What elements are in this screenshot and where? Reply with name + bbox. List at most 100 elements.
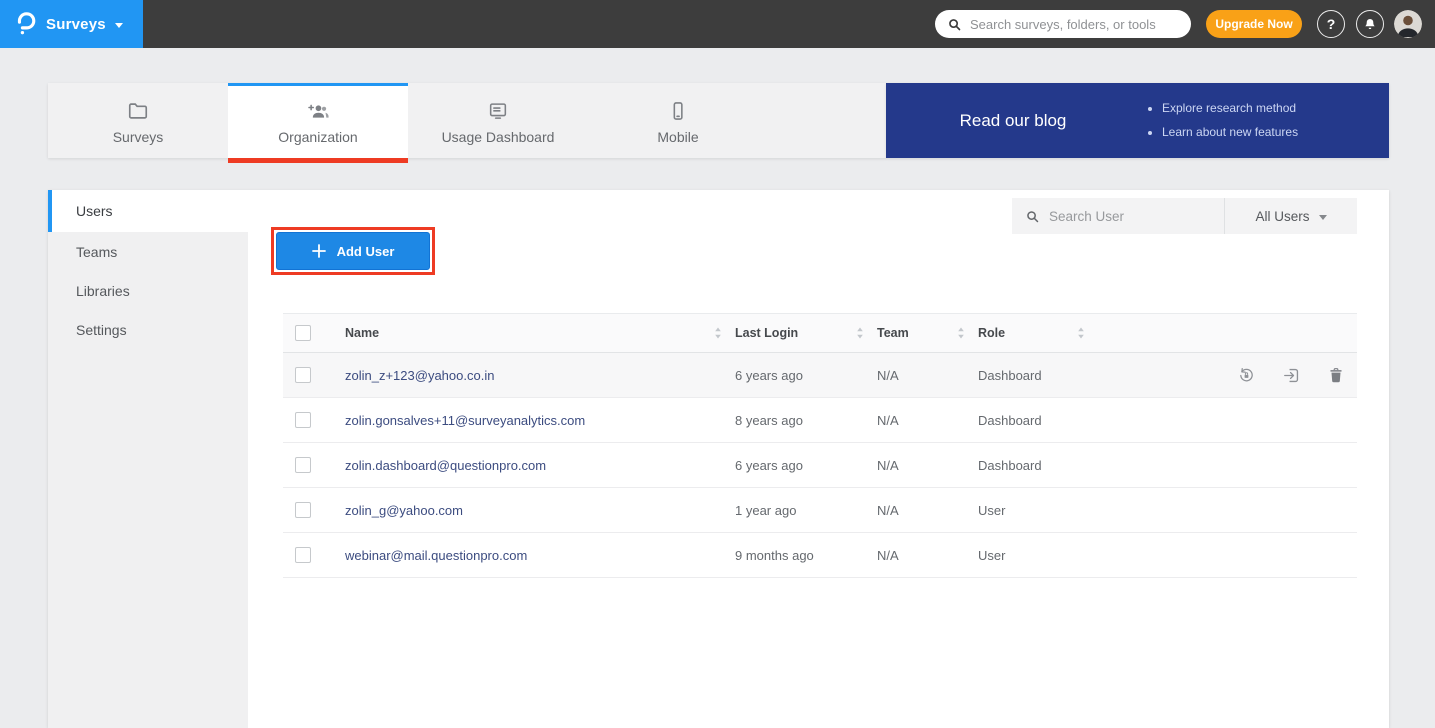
reset-password-icon[interactable]: [1237, 366, 1256, 385]
product-menu[interactable]: Surveys: [0, 0, 143, 48]
table-header: Name Last Login Team: [283, 313, 1357, 353]
table-row[interactable]: zolin_g@yahoo.com 1 year ago N/A User: [283, 488, 1357, 533]
help-question-icon: ?: [1327, 16, 1336, 32]
team-cell: N/A: [877, 458, 978, 473]
organization-sidebar: Users Teams Libraries Settings: [48, 190, 248, 728]
role-cell: Dashboard: [978, 368, 1098, 383]
tab-label: Usage Dashboard: [442, 129, 555, 145]
table-row[interactable]: zolin_z+123@yahoo.co.in 6 years ago N/A …: [283, 353, 1357, 398]
notifications-button[interactable]: [1356, 10, 1384, 38]
sidebar-item-settings[interactable]: Settings: [48, 310, 248, 349]
blog-bullet: Explore research method: [1162, 97, 1389, 120]
user-email-link[interactable]: zolin_z+123@yahoo.co.in: [345, 368, 494, 383]
row-checkbox[interactable]: [295, 502, 311, 518]
user-avatar[interactable]: [1394, 10, 1422, 38]
role-cell: Dashboard: [978, 458, 1098, 473]
chevron-down-icon: [115, 23, 123, 28]
column-header-team[interactable]: Team: [877, 326, 909, 340]
table-row[interactable]: zolin.gonsalves+11@surveyanalytics.com 8…: [283, 398, 1357, 443]
role-cell: User: [978, 503, 1098, 518]
role-cell: Dashboard: [978, 413, 1098, 428]
last-login-cell: 9 months ago: [735, 548, 877, 563]
search-icon: [1025, 209, 1040, 224]
login-as-user-icon[interactable]: [1282, 366, 1301, 385]
table-row[interactable]: zolin.dashboard@questionpro.com 6 years …: [283, 443, 1357, 488]
team-cell: N/A: [877, 503, 978, 518]
last-login-cell: 6 years ago: [735, 458, 877, 473]
select-all-checkbox[interactable]: [295, 325, 311, 341]
tab-usage-dashboard[interactable]: Usage Dashboard: [408, 83, 588, 158]
user-email-link[interactable]: zolin_g@yahoo.com: [345, 503, 463, 518]
main-tabs: Surveys Organization Usage Dashboard: [48, 83, 886, 158]
table-body: zolin_z+123@yahoo.co.in 6 years ago N/A …: [283, 353, 1357, 578]
tab-label: Organization: [278, 129, 357, 145]
last-login-cell: 6 years ago: [735, 368, 877, 383]
blog-banner-bullets: Explore research method Learn about new …: [1140, 97, 1389, 144]
sidebar-item-libraries[interactable]: Libraries: [48, 271, 248, 310]
search-icon: [947, 17, 962, 32]
user-email-link[interactable]: zolin.gonsalves+11@surveyanalytics.com: [345, 413, 585, 428]
user-filter-dropdown[interactable]: All Users: [1224, 198, 1357, 234]
tab-surveys[interactable]: Surveys: [48, 83, 228, 158]
usage-dashboard-icon: [487, 100, 509, 122]
sidebar-item-label: Users: [76, 203, 113, 219]
team-cell: N/A: [877, 548, 978, 563]
help-button[interactable]: ?: [1317, 10, 1345, 38]
column-header-role[interactable]: Role: [978, 326, 1005, 340]
tab-label: Surveys: [113, 129, 164, 145]
annotation-red-underline: [228, 158, 408, 163]
add-people-icon: [306, 100, 330, 122]
add-user-button[interactable]: Add User: [276, 232, 430, 270]
last-login-cell: 1 year ago: [735, 503, 877, 518]
blog-banner[interactable]: Read our blog Explore research method Le…: [886, 83, 1389, 158]
folder-icon: [127, 100, 149, 122]
users-table: Name Last Login Team: [283, 313, 1357, 578]
blog-bullet: Learn about new features: [1162, 121, 1389, 144]
organization-panel: Users Teams Libraries Settings All Users: [48, 190, 1389, 728]
page: Surveys Upgrade Now ?: [0, 0, 1435, 728]
global-search: [935, 10, 1191, 38]
avatar-photo: [1394, 10, 1422, 38]
delete-user-icon[interactable]: [1327, 366, 1345, 385]
row-checkbox[interactable]: [295, 547, 311, 563]
tab-organization[interactable]: Organization: [228, 83, 408, 158]
column-header-name[interactable]: Name: [345, 326, 379, 340]
table-row[interactable]: webinar@mail.questionpro.com 9 months ag…: [283, 533, 1357, 578]
chevron-down-icon: [1319, 215, 1327, 220]
sort-icon[interactable]: [1077, 327, 1085, 339]
sidebar-item-label: Settings: [76, 322, 127, 338]
column-header-last-login[interactable]: Last Login: [735, 326, 798, 340]
global-search-input[interactable]: [970, 17, 1179, 32]
sidebar-item-users[interactable]: Users: [48, 190, 248, 232]
sidebar-item-label: Teams: [76, 244, 117, 260]
sidebar-item-label: Libraries: [76, 283, 130, 299]
user-email-link[interactable]: zolin.dashboard@questionpro.com: [345, 458, 546, 473]
mobile-icon: [667, 100, 689, 122]
user-email-link[interactable]: webinar@mail.questionpro.com: [345, 548, 527, 563]
role-cell: User: [978, 548, 1098, 563]
row-checkbox[interactable]: [295, 457, 311, 473]
tab-label: Mobile: [657, 129, 698, 145]
row-checkbox[interactable]: [295, 412, 311, 428]
row-actions: [1098, 366, 1357, 385]
bell-icon: [1363, 17, 1377, 32]
team-cell: N/A: [877, 368, 978, 383]
sort-icon[interactable]: [856, 327, 864, 339]
plus-icon: [312, 244, 326, 258]
user-search-input[interactable]: [1049, 209, 1211, 224]
topbar: Surveys Upgrade Now ?: [0, 0, 1435, 48]
sort-icon[interactable]: [957, 327, 965, 339]
team-cell: N/A: [877, 413, 978, 428]
questionpro-logo-icon: [13, 10, 37, 38]
tab-mobile[interactable]: Mobile: [588, 83, 768, 158]
product-menu-label: Surveys: [46, 16, 106, 33]
row-checkbox[interactable]: [295, 367, 311, 383]
users-content: All Users Add User Name: [248, 190, 1389, 728]
user-filter-label: All Users: [1255, 209, 1309, 224]
sidebar-item-teams[interactable]: Teams: [48, 232, 248, 271]
upgrade-now-button[interactable]: Upgrade Now: [1206, 10, 1302, 38]
sort-icon[interactable]: [714, 327, 722, 339]
blog-banner-title[interactable]: Read our blog: [886, 111, 1140, 131]
last-login-cell: 8 years ago: [735, 413, 877, 428]
user-search: [1012, 198, 1224, 234]
